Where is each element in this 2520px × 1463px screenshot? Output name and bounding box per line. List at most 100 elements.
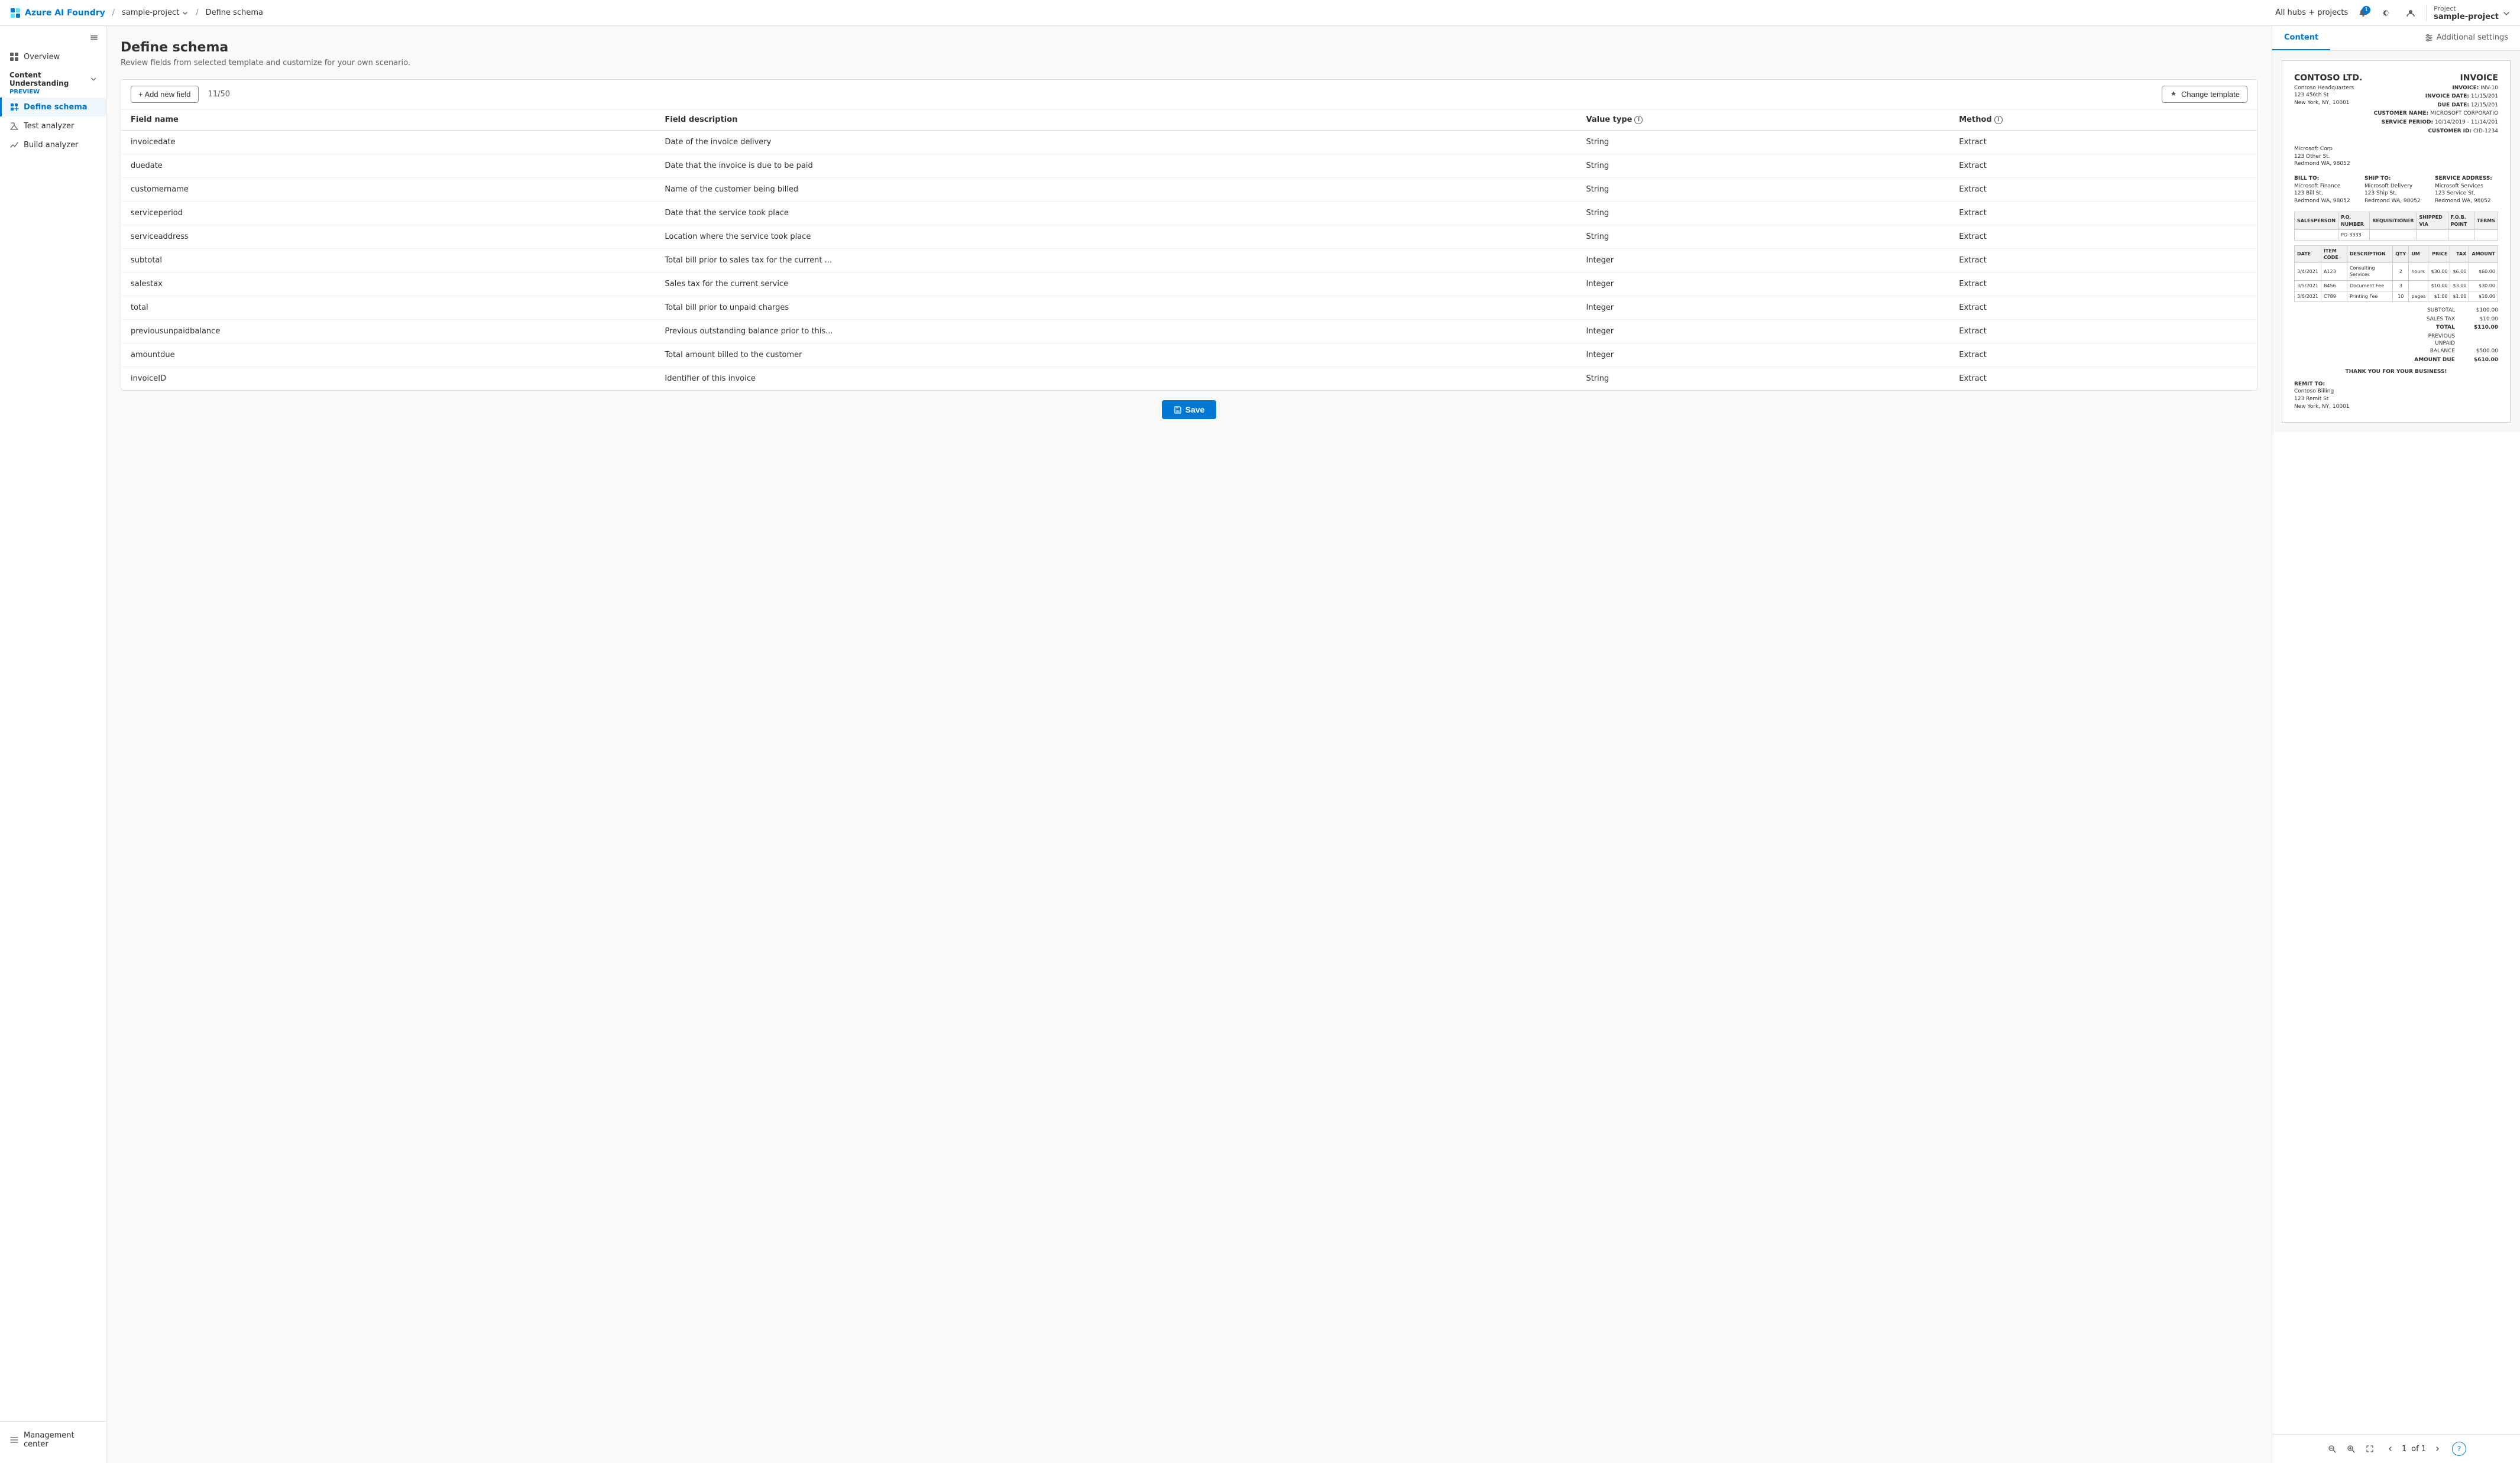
- cell-description: Identifier of this invoice: [655, 367, 1576, 391]
- fit-to-window-button[interactable]: [2362, 1441, 2378, 1457]
- table-row[interactable]: invoiceID Identifier of this invoice Str…: [121, 367, 2257, 391]
- cell-description: Total bill prior to sales tax for the cu…: [655, 249, 1576, 273]
- project-dropdown-icon[interactable]: [2502, 9, 2511, 17]
- notif-badge: 1: [2362, 6, 2370, 14]
- invoice-document: CONTOSO LTD. Contoso Headquarters 123 45…: [2282, 60, 2511, 423]
- cell-method: Extract: [1949, 178, 2257, 202]
- cell-method: Extract: [1949, 131, 2257, 154]
- user-button[interactable]: [2402, 5, 2419, 21]
- save-button[interactable]: Save: [1162, 400, 1217, 419]
- change-template-button[interactable]: Change template: [2162, 86, 2247, 103]
- tab-content[interactable]: Content: [2272, 26, 2330, 50]
- page-title: Define schema: [121, 40, 2257, 55]
- table-row[interactable]: duedate Date that the invoice is due to …: [121, 154, 2257, 178]
- main-content: Define schema Review fields from selecte…: [106, 26, 2520, 1463]
- sidebar-test-analyzer-label: Test analyzer: [24, 122, 74, 131]
- sidebar-bottom: Management center: [0, 1421, 106, 1458]
- cell-method: Extract: [1949, 225, 2257, 249]
- cell-valuetype: String: [1576, 131, 1949, 154]
- inv-title: INVOICE: [2374, 73, 2498, 85]
- inv-client: Microsoft Corp 123 Other St. Redmond WA,…: [2294, 145, 2498, 168]
- table-row[interactable]: total Total bill prior to unpaid charges…: [121, 296, 2257, 320]
- table-row[interactable]: salestax Sales tax for the current servi…: [121, 273, 2257, 296]
- schema-table: Field name Field description Value type …: [121, 109, 2257, 390]
- sidebar-item-management[interactable]: Management center: [0, 1426, 106, 1454]
- main-area: Define schema Review fields from selecte…: [106, 26, 2520, 1463]
- right-panel-footer: 1 of 1 ?: [2272, 1434, 2520, 1463]
- sidebar-item-build-analyzer[interactable]: Build analyzer: [0, 135, 106, 154]
- col-header-valuetype: Value type i: [1576, 109, 1949, 131]
- sidebar-item-define-schema[interactable]: Define schema: [0, 98, 106, 116]
- zoom-out-button[interactable]: [2324, 1441, 2340, 1457]
- table-row[interactable]: serviceperiod Date that the service took…: [121, 202, 2257, 225]
- sidebar: Overview Content Understanding PREVIEW D…: [0, 26, 106, 1463]
- col-header-method: Method i: [1949, 109, 2257, 131]
- next-page-button[interactable]: [2431, 1442, 2445, 1456]
- add-field-button[interactable]: + Add new field: [131, 86, 199, 103]
- breadcrumb-sep2: /: [196, 8, 198, 17]
- sidebar-item-overview[interactable]: Overview: [0, 47, 106, 66]
- cell-valuetype: String: [1576, 178, 1949, 202]
- cell-fieldname: invoiceID: [121, 367, 655, 391]
- project-info: Project sample-project: [2426, 5, 2511, 21]
- table-row[interactable]: amountdue Total amount billed to the cus…: [121, 343, 2257, 367]
- schema-toolbar: + Add new field 11/50 Change template: [121, 80, 2257, 109]
- sidebar-section-cu: Content Understanding PREVIEW: [0, 66, 106, 98]
- schema-table-container: + Add new field 11/50 Change template: [121, 79, 2257, 391]
- section-preview-badge: PREVIEW: [9, 89, 96, 95]
- inv-thankyou: THANK YOU FOR YOUR BUSINESS!: [2294, 368, 2498, 376]
- table-row[interactable]: customername Name of the customer being …: [121, 178, 2257, 202]
- notifications-button[interactable]: 1: [2355, 5, 2372, 21]
- table-row[interactable]: subtotal Total bill prior to sales tax f…: [121, 249, 2257, 273]
- inv-line-item: 3/6/2021 C789 Printing Fee 10 pages $1.0…: [2295, 291, 2498, 301]
- cell-method: Extract: [1949, 367, 2257, 391]
- cell-description: Total bill prior to unpaid charges: [655, 296, 1576, 320]
- help-button[interactable]: ?: [2452, 1442, 2466, 1456]
- inv-details: INVOICE: INV-10 INVOICE DATE: 11/15/201 …: [2374, 85, 2498, 135]
- table-row[interactable]: serviceaddress Location where the servic…: [121, 225, 2257, 249]
- page-breadcrumb: Define schema: [206, 8, 263, 17]
- zoom-in-button[interactable]: [2343, 1441, 2359, 1457]
- hubs-link[interactable]: All hubs + projects: [2275, 8, 2348, 17]
- prev-page-button[interactable]: [2383, 1442, 2397, 1456]
- project-breadcrumb[interactable]: sample-project: [122, 8, 189, 17]
- cell-description: Location where the service took place: [655, 225, 1576, 249]
- table-row[interactable]: invoicedate Date of the invoice delivery…: [121, 131, 2257, 154]
- page-current: 1: [2402, 1445, 2406, 1454]
- valuetype-info-icon[interactable]: i: [1634, 116, 1643, 124]
- app-logo[interactable]: Azure AI Foundry: [9, 7, 105, 19]
- table-row[interactable]: previousunpaidbalance Previous outstandi…: [121, 320, 2257, 343]
- sidebar-toggle[interactable]: [0, 31, 106, 45]
- help-section: ?: [2450, 1439, 2469, 1458]
- change-template-icon: [2169, 90, 2178, 99]
- app-name: Azure AI Foundry: [25, 8, 105, 18]
- cell-method: Extract: [1949, 320, 2257, 343]
- cell-valuetype: String: [1576, 367, 1949, 391]
- inv-header-table: SALESPERSON P.O. NUMBER REQUISITIONER SH…: [2294, 212, 2498, 241]
- cell-fieldname: serviceaddress: [121, 225, 655, 249]
- cell-fieldname: subtotal: [121, 249, 655, 273]
- cell-description: Name of the customer being billed: [655, 178, 1576, 202]
- topnav-right: All hubs + projects 1 Project sample-pro…: [2275, 5, 2511, 21]
- settings-button[interactable]: [2379, 5, 2395, 21]
- inv-address: Contoso Headquarters 123 456th St New Yo…: [2294, 85, 2362, 107]
- breadcrumb-sep1: /: [112, 8, 115, 17]
- cell-valuetype: Integer: [1576, 320, 1949, 343]
- settings-sliders-icon: [2425, 34, 2433, 42]
- col-header-description: Field description: [655, 109, 1576, 131]
- cell-fieldname: serviceperiod: [121, 202, 655, 225]
- cell-valuetype: Integer: [1576, 343, 1949, 367]
- cell-description: Date of the invoice delivery: [655, 131, 1576, 154]
- sidebar-section-header: Content Understanding: [9, 71, 96, 87]
- invoice-preview: CONTOSO LTD. Contoso Headquarters 123 45…: [2272, 51, 2520, 432]
- project-name-display: sample-project: [2434, 12, 2499, 21]
- cell-fieldname: duedate: [121, 154, 655, 178]
- col-header-fieldname: Field name: [121, 109, 655, 131]
- sidebar-item-test-analyzer[interactable]: Test analyzer: [0, 116, 106, 135]
- tab-additional-settings[interactable]: Additional settings: [2413, 26, 2520, 50]
- right-panel-tabs: Content Additional settings: [2272, 26, 2520, 51]
- cell-method: Extract: [1949, 296, 2257, 320]
- cell-method: Extract: [1949, 202, 2257, 225]
- method-info-icon[interactable]: i: [1994, 116, 2003, 124]
- project-label: Project: [2434, 5, 2499, 12]
